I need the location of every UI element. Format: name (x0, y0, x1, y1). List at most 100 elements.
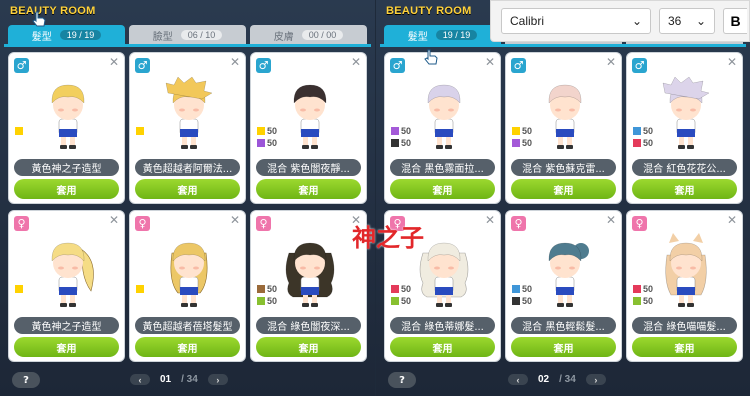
prev-page-button[interactable]: ‹ (130, 374, 150, 385)
current-page: 01 (160, 374, 172, 385)
hair-style-card[interactable]: ♂ ✕ 50 50 混合 紫色闇夜靜... 套用 (250, 52, 367, 204)
swatch-ratio: 50 (522, 126, 533, 136)
apply-button[interactable]: 套用 (14, 337, 119, 357)
help-button[interactable]: ? (12, 372, 40, 388)
font-family-select[interactable]: Calibri ⌄ (501, 8, 651, 34)
color-swatch: 50 (257, 283, 277, 295)
apply-button[interactable]: 套用 (632, 179, 737, 199)
close-icon[interactable]: ✕ (727, 55, 737, 69)
color-swatch: 50 (512, 137, 532, 149)
color-swatch (136, 125, 146, 137)
avatar-preview (275, 231, 345, 311)
hair-style-card[interactable]: ♂ ✕ 黃色超越者阿爾法... 套用 (129, 52, 246, 204)
color-swatch: 50 (257, 137, 277, 149)
female-icon: ♀ (632, 216, 647, 231)
style-name-label: 黃色超越者蓓塔髮型 (135, 317, 240, 334)
apply-button[interactable]: 套用 (511, 337, 616, 357)
chevron-down-icon: ⌄ (631, 14, 642, 28)
close-icon[interactable]: ✕ (230, 213, 240, 227)
hand-cursor-icon (32, 11, 46, 27)
total-pages: / 34 (559, 374, 576, 385)
hair-style-card[interactable]: ♀ ✕ 黃色神之子造型 套用 (8, 210, 125, 362)
avatar-preview (530, 73, 600, 153)
bold-button[interactable]: B (723, 8, 747, 34)
close-icon[interactable]: ✕ (727, 213, 737, 227)
female-icon: ♀ (14, 216, 29, 231)
style-name-label: 混合 綠色喵喵髮... (632, 317, 737, 334)
panel-title: BEAUTY ROOM (386, 5, 472, 17)
hair-style-card[interactable]: ♂ ✕ 50 50 混合 紫色蘇克雷... 套用 (505, 52, 622, 204)
avatar-preview (275, 73, 345, 153)
color-swatch (15, 283, 25, 295)
avatar-preview (33, 231, 103, 311)
color-swatch: 50 (633, 125, 653, 137)
color-swatch: 50 (391, 283, 411, 295)
close-icon[interactable]: ✕ (230, 55, 240, 69)
swatch-ratio: 50 (643, 284, 654, 294)
swatch-ratio: 50 (401, 296, 412, 306)
swatch-ratio: 50 (401, 138, 412, 148)
hair-style-card[interactable]: ♂ ✕ 50 50 混合 黑色霧面拉... 套用 (384, 52, 501, 204)
male-icon: ♂ (632, 58, 647, 73)
apply-button[interactable]: 套用 (135, 337, 240, 357)
tab-hair[interactable]: 髮型 19 / 19 (8, 25, 125, 45)
style-name-label: 混合 紫色蘇克雷... (511, 159, 616, 176)
close-icon[interactable]: ✕ (109, 55, 119, 69)
close-icon[interactable]: ✕ (351, 55, 361, 69)
hair-style-card[interactable]: ♂ ✕ 黃色神之子造型 套用 (8, 52, 125, 204)
close-icon[interactable]: ✕ (485, 213, 495, 227)
color-swatches: 50 50 (257, 125, 277, 149)
tab-underline (380, 44, 746, 47)
close-icon[interactable]: ✕ (485, 55, 495, 69)
swatch-ratio: 50 (267, 138, 278, 148)
swatch-ratio: 50 (267, 126, 278, 136)
apply-button[interactable]: 套用 (632, 337, 737, 357)
swatch-ratio: 50 (643, 138, 654, 148)
hand-cursor-icon (424, 49, 438, 65)
close-icon[interactable]: ✕ (109, 213, 119, 227)
prev-page-button[interactable]: ‹ (508, 374, 528, 385)
tab-count: 06 / 10 (180, 30, 223, 40)
color-swatches: 50 50 (512, 283, 532, 307)
female-icon: ♀ (256, 216, 271, 231)
hair-style-card[interactable]: ♀ ✕ 黃色超越者蓓塔髮型 套用 (129, 210, 246, 362)
tab-label: 臉型 (152, 31, 173, 43)
close-icon[interactable]: ✕ (606, 55, 616, 69)
hair-style-card[interactable]: ♂ ✕ 50 50 混合 紅色花花公... 套用 (626, 52, 743, 204)
next-page-button[interactable]: › (585, 374, 606, 385)
avatar-preview (651, 231, 721, 311)
swatch-ratio: 50 (522, 138, 533, 148)
color-swatches: 50 50 (257, 283, 277, 307)
hair-style-card[interactable]: ♀ ✕ 50 50 混合 黑色輕鬆髮... 套用 (505, 210, 622, 362)
avatar-preview (154, 231, 224, 311)
male-icon: ♂ (511, 58, 526, 73)
apply-button[interactable]: 套用 (390, 179, 495, 199)
style-name-label: 混合 紅色花花公... (632, 159, 737, 176)
pagination: ‹ 01 / 34 › (130, 374, 228, 385)
style-name-label: 混合 黑色霧面拉... (390, 159, 495, 176)
font-size-value: 36 (668, 14, 682, 28)
swatch-ratio: 50 (522, 296, 533, 306)
apply-button[interactable]: 套用 (256, 337, 361, 357)
font-size-select[interactable]: 36 ⌄ (659, 8, 715, 34)
close-icon[interactable]: ✕ (606, 213, 616, 227)
avatar-preview (651, 73, 721, 153)
hair-style-card[interactable]: ♀ ✕ 50 50 混合 綠色闇夜深... 套用 (250, 210, 367, 362)
apply-button[interactable]: 套用 (390, 337, 495, 357)
font-family-value: Calibri (510, 14, 545, 28)
apply-button[interactable]: 套用 (511, 179, 616, 199)
font-toolbar: Calibri ⌄ 36 ⌄ B (490, 0, 750, 42)
swatch-ratio: 50 (267, 296, 278, 306)
next-page-button[interactable]: › (207, 374, 228, 385)
swatch-ratio: 50 (401, 126, 412, 136)
hair-style-card[interactable]: ♀ ✕ 50 50 混合 綠色喵喵髮... 套用 (626, 210, 743, 362)
apply-button[interactable]: 套用 (135, 179, 240, 199)
help-button[interactable]: ? (388, 372, 416, 388)
tab-face[interactable]: 臉型 06 / 10 (129, 25, 246, 45)
apply-button[interactable]: 套用 (14, 179, 119, 199)
tab-skin[interactable]: 皮膚 00 / 00 (250, 25, 367, 45)
tab-hair[interactable]: 髮型 19 / 19 (384, 25, 501, 45)
apply-button[interactable]: 套用 (256, 179, 361, 199)
swatch-ratio: 50 (643, 296, 654, 306)
pagination: ‹ 02 / 34 › (508, 374, 606, 385)
